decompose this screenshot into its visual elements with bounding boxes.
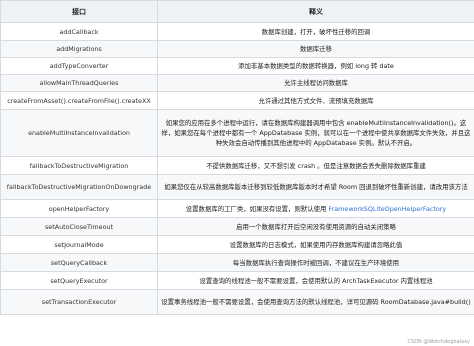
table-row: addTypeConverter 添加非基本数据类型的数据转换器，例如 long… — [0, 57, 474, 75]
interface-description: 添加非基本数据类型的数据转换器，例如 long 转 date — [157, 57, 474, 75]
interface-description: 每当数据库执行查询操作时被回调，不建议在生产环境使用 — [157, 253, 474, 272]
interface-description: 允许通过其他方式文件、流预填充数据库 — [157, 91, 474, 110]
table-row: createFromAsset().createFromFile().creat… — [0, 91, 474, 110]
factory-link[interactable]: FrameworkSQLiteOpenHelperFactory — [328, 205, 446, 213]
interface-description: 数据库迁移 — [157, 40, 474, 58]
column-header-description: 释义 — [157, 0, 474, 23]
table-row: openHelperFactory 设置数据库的工厂类，如果没有设置，则默认使用… — [0, 199, 474, 218]
table-row: setQueryCallback 每当数据库执行查询操作时被回调，不建议在生产环… — [0, 253, 474, 272]
table-row: setQueryExecutor 设置查询的线程池一般不需要设置，会使用默认的 … — [0, 271, 474, 290]
table-row: fallbackToDestructiveMigration 不提供数据库迁移，… — [0, 156, 474, 175]
interface-name: setQueryCallback — [0, 253, 158, 272]
interface-name: setJournalMode — [0, 235, 158, 254]
interface-description: 如果您仅在从较高数据库版本迁移到较低数据库版本时才希望 Room 回退到破坏性重… — [157, 174, 474, 200]
interface-description: 设置事务线程池一般不需要设置，会使用查询方法的默认线程池，详可见源码 RoomD… — [157, 289, 474, 315]
interface-description: 如果您的应用在多个进程中运行，请在数据库构建器调用中包含 enableMulti… — [157, 109, 474, 157]
interface-description: 数据库创建，打开，破坏性迁移的回调 — [157, 22, 474, 41]
interface-name: createFromAsset().createFromFile().creat… — [0, 91, 158, 110]
column-header-interface: 接口 — [0, 0, 158, 23]
table-header-row: 接口 释义 — [0, 0, 474, 23]
interface-name: openHelperFactory — [0, 199, 158, 218]
table-row: addCallback 数据库创建，打开，破坏性迁移的回调 — [0, 22, 474, 41]
interface-name: addCallback — [0, 22, 158, 41]
interface-description: 不提供数据库迁移，又不想引发 crash 。但是注意数据会丢失删除数据库重建 — [157, 156, 474, 175]
table-row: allowMainThreadQueries 允许主线程访问数据库 — [0, 74, 474, 92]
table-row: setJournalMode 设置数据库的日志模式，如果使用内存数据库构建请忽略… — [0, 235, 474, 254]
interface-name: allowMainThreadQueries — [0, 74, 158, 92]
interface-description: 启用一个数据库打开后空闲没有使用资源的自动关闭策略 — [157, 217, 474, 236]
interface-description: 设置数据库的日志模式，如果使用内存数据库构建请忽略此值 — [157, 235, 474, 254]
interface-name: fallbackToDestructiveMigration — [0, 156, 158, 175]
interface-name: addTypeConverter — [0, 57, 158, 75]
interface-description: 允许主线程访问数据库 — [157, 74, 474, 92]
interface-name: setQueryExecutor — [0, 271, 158, 290]
api-table: 接口 释义 addCallback 数据库创建，打开，破坏性迁移的回调 addM… — [0, 0, 474, 315]
interface-name: setAutoCloseTimeout — [0, 217, 158, 236]
interface-description: 设置数据库的工厂类，如果没有设置，则默认使用 FrameworkSQLiteOp… — [157, 199, 474, 218]
page: 接口 释义 addCallback 数据库创建，打开，破坏性迁移的回调 addM… — [0, 0, 474, 346]
interface-name: setTransactionExecutor — [0, 289, 158, 315]
table-row: fallbackToDestructiveMigrationOnDowngrad… — [0, 174, 474, 200]
interface-description: 设置查询的线程池一般不需要设置，会使用默认的 ArchTaskExecutor … — [157, 271, 474, 290]
interface-name: fallbackToDestructiveMigrationOnDowngrad… — [0, 174, 158, 200]
interface-name: enableMultiInstanceInvalidation — [0, 109, 158, 157]
table-row: enableMultiInstanceInvalidation 如果您的应用在多… — [0, 109, 474, 157]
watermark: CSDN @Wotchdogbalaxy — [407, 339, 470, 345]
table-row: setAutoCloseTimeout 启用一个数据库打开后空闲没有使用资源的自… — [0, 217, 474, 236]
interface-name: addMigrations — [0, 40, 158, 58]
table-row: addMigrations 数据库迁移 — [0, 40, 474, 58]
table-row: setTransactionExecutor 设置事务线程池一般不需要设置，会使… — [0, 289, 474, 315]
description-text: 设置数据库的工厂类，如果没有设置，则默认使用 — [185, 204, 327, 213]
